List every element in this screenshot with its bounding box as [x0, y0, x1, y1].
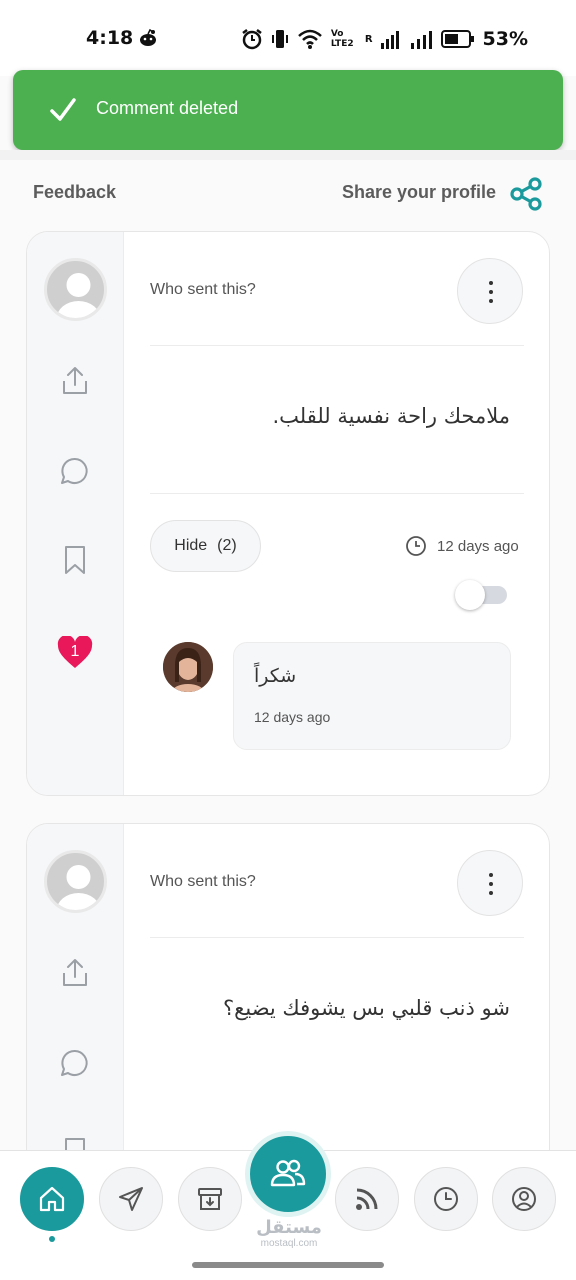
people-icon	[270, 1159, 306, 1187]
nav-inbox-button[interactable]	[178, 1167, 242, 1231]
active-tab-indicator	[49, 1236, 55, 1242]
archive-icon	[198, 1188, 222, 1210]
like-count: 1	[70, 643, 80, 660]
nav-profile-button[interactable]	[492, 1167, 556, 1231]
reply-bubble: شكراً 12 days ago	[233, 642, 511, 750]
anonymous-avatar	[44, 850, 107, 913]
feedback-tab[interactable]: Feedback	[33, 182, 116, 203]
signal-icon-2	[410, 31, 432, 49]
hide-replies-button[interactable]: Hide (2)	[150, 520, 261, 572]
upload-icon[interactable]	[59, 365, 91, 397]
share-icon[interactable]	[508, 176, 544, 212]
share-profile-link[interactable]: Share your profile	[342, 182, 496, 203]
battery-icon	[440, 30, 474, 48]
volte-label: Vo LTE2	[330, 29, 354, 49]
more-options-button[interactable]	[457, 850, 523, 916]
send-icon	[119, 1187, 143, 1211]
feedback-message: شو ذنب قلبي بس يشوفك يضيع؟	[223, 996, 510, 1020]
nav-send-button[interactable]	[99, 1167, 163, 1231]
watermark: مستقل mostaql.com	[252, 1218, 326, 1250]
header-divider	[0, 150, 576, 160]
like-button[interactable]: 1	[57, 635, 93, 670]
upload-icon[interactable]	[59, 957, 91, 989]
nav-feed-button[interactable]	[335, 1167, 399, 1231]
reply-author-avatar	[163, 642, 213, 692]
card-action-sidebar: 1	[27, 232, 124, 795]
post-timestamp: 12 days ago	[405, 535, 519, 557]
more-options-button[interactable]	[457, 258, 523, 324]
home-icon	[39, 1186, 65, 1212]
reddit-notification-icon	[140, 28, 156, 46]
watermark-arabic: مستقل	[256, 1217, 322, 1238]
feedback-message: ملامحك راحة نفسية للقلب.	[272, 404, 510, 428]
feedback-card: 1 Who sent this? ملامحك راحة نفسية للقلب…	[26, 231, 550, 796]
bookmark-icon[interactable]	[59, 544, 91, 576]
home-indicator[interactable]	[192, 1262, 384, 1268]
divider	[150, 345, 524, 346]
post-time: 12 days ago	[437, 537, 519, 555]
comment-icon[interactable]	[59, 455, 91, 487]
alarm-icon	[242, 29, 262, 50]
hide-label: Hide	[174, 537, 208, 554]
anonymous-avatar	[44, 258, 107, 321]
toast-message: Comment deleted	[96, 98, 239, 118]
battery-percent: 53%	[482, 28, 528, 50]
rss-icon	[356, 1188, 378, 1210]
nav-home-button[interactable]	[20, 1167, 84, 1231]
vibrate-icon	[271, 30, 288, 48]
profile-icon	[512, 1187, 536, 1211]
roaming-label: R	[364, 33, 373, 45]
nav-center-button[interactable]	[245, 1131, 331, 1217]
clock-icon	[406, 536, 426, 556]
card-action-sidebar	[27, 824, 124, 1202]
comment-icon[interactable]	[59, 1047, 91, 1079]
status-icons: Vo LTE2 R 53%	[241, 26, 528, 52]
sender-label: Who sent this?	[150, 281, 256, 298]
reply-count: (2)	[217, 537, 237, 554]
wifi-icon	[297, 29, 322, 49]
check-icon	[50, 98, 76, 121]
history-icon	[434, 1187, 458, 1211]
status-time: 4:18	[86, 27, 134, 49]
reply-time: 12 days ago	[254, 709, 331, 725]
reply-text: شكراً	[254, 665, 297, 687]
visibility-toggle[interactable]	[455, 580, 507, 610]
signal-icon-1	[380, 31, 399, 49]
toast-notification[interactable]: Comment deleted	[13, 70, 563, 150]
divider	[150, 937, 524, 938]
sender-label: Who sent this?	[150, 873, 256, 890]
nav-history-button[interactable]	[414, 1167, 478, 1231]
divider	[150, 493, 524, 494]
status-bar: 4:18 Vo LTE2 R 53%	[0, 0, 576, 76]
watermark-latin: mostaql.com	[260, 1238, 318, 1249]
